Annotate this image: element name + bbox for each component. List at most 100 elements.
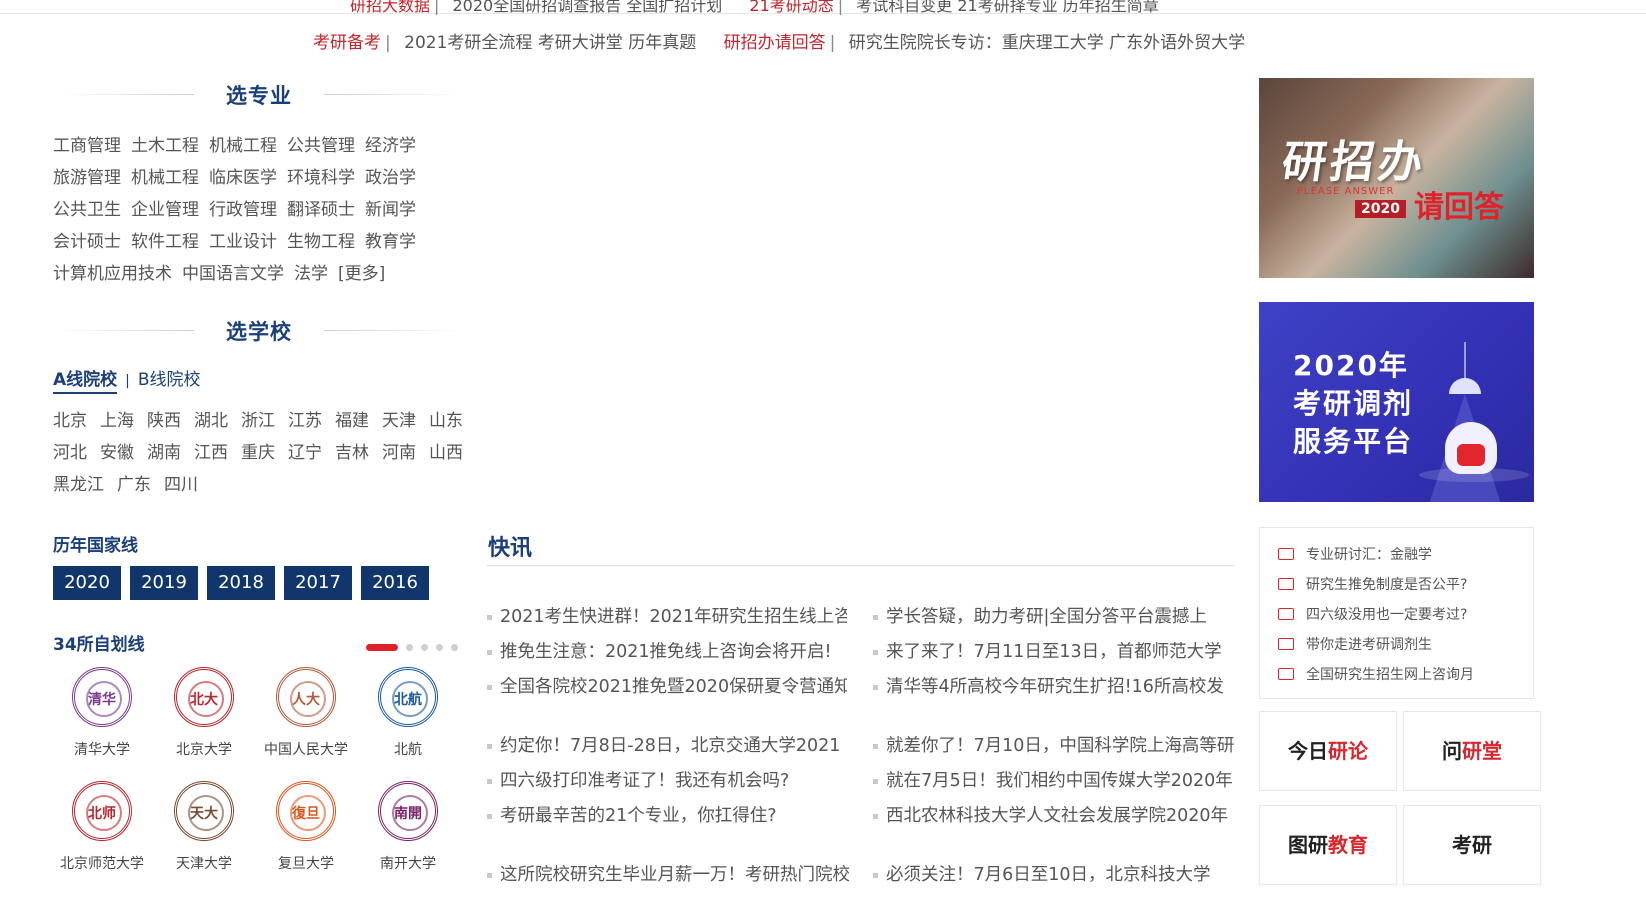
major-link[interactable]: 新闻学 xyxy=(365,200,426,220)
banner-answer[interactable]: 研招办 PLEASE ANSWER 2020 请回答 xyxy=(1259,78,1534,278)
top-link-news[interactable]: 21考研动态 xyxy=(749,0,833,15)
university-fudan[interactable]: 復旦 复旦大学 xyxy=(256,781,356,873)
major-link[interactable]: 机械工程 xyxy=(131,168,209,188)
tile-today-discussion[interactable]: 今日研论 xyxy=(1259,711,1397,791)
top-link-answer[interactable]: 研招办请回答 xyxy=(724,33,826,53)
news-link[interactable]: 推免生注意：2021推免线上咨询会将开启! xyxy=(487,638,847,663)
university-tju[interactable]: 天大 天津大学 xyxy=(154,781,254,873)
news-link[interactable]: 就差你了！7月10日，中国科学院上海高等研 xyxy=(873,732,1238,757)
banner-adjustment-platform[interactable]: 2020年 考研调剂 服务平台 xyxy=(1259,302,1534,502)
year-button-2020[interactable]: 2020 xyxy=(53,566,121,600)
tile-tuyan-education[interactable]: 图研教育 xyxy=(1259,805,1397,885)
university-bnu[interactable]: 北师 北京师范大学 xyxy=(52,781,152,873)
major-link[interactable]: 软件工程 xyxy=(131,232,209,252)
news-link[interactable]: 全国各院校2021推免暨2020保研夏令营通知 xyxy=(487,673,847,698)
majors-title: 选专业 xyxy=(226,84,292,108)
top-link-prep[interactable]: 考研备考 xyxy=(313,33,381,53)
major-link[interactable]: 环境科学 xyxy=(287,168,365,188)
tab-a-line[interactable]: A线院校 xyxy=(53,370,118,394)
side-link[interactable]: 研究生推免制度是否公平? xyxy=(1278,574,1467,594)
major-link[interactable]: 生物工程 xyxy=(287,232,365,252)
news-link[interactable]: 西北农林科技大学人文社会发展学院2020年 xyxy=(873,802,1238,827)
news-link[interactable]: 2021考生快进群！2021年研究生招生线上咨 xyxy=(487,603,847,628)
news-link[interactable]: 四六级打印准考证了！我还有机会吗? xyxy=(487,767,847,792)
top-link-report[interactable]: 2020全国研招调查报告 全国扩招计划 xyxy=(453,0,723,15)
region-link[interactable]: 湖南 xyxy=(147,443,194,463)
university-pku[interactable]: 北大 北京大学 xyxy=(154,667,254,759)
region-link[interactable]: 江苏 xyxy=(288,411,335,431)
news-link[interactable]: 就在7月5日！我们相约中国传媒大学2020年 xyxy=(873,767,1238,792)
news-link[interactable]: 约定你！7月8日-28日，北京交通大学2021 xyxy=(487,732,847,757)
region-link[interactable]: 吉林 xyxy=(335,443,382,463)
top-link-interviews[interactable]: 研究生院院长专访：重庆理工大学 广东外语外贸大学 xyxy=(849,33,1245,53)
region-link[interactable]: 山西 xyxy=(429,443,476,463)
news-link[interactable]: 学长答疑，助力考研|全国分答平台震撼上 xyxy=(873,603,1238,628)
carousel-dot[interactable] xyxy=(451,644,458,651)
major-link[interactable]: 企业管理 xyxy=(131,200,209,220)
carousel-dot[interactable] xyxy=(406,644,413,651)
university-buaa[interactable]: 北航 北航 xyxy=(358,667,458,759)
news-link[interactable]: 必须关注！7月6日至10日，北京科技大学 xyxy=(873,861,1238,886)
year-button-2019[interactable]: 2019 xyxy=(130,566,198,600)
major-link[interactable]: 翻译硕士 xyxy=(287,200,365,220)
year-button-2016[interactable]: 2016 xyxy=(361,566,429,600)
major-link[interactable]: 教育学 xyxy=(365,232,426,252)
university-seal-icon: 北师 xyxy=(72,781,132,841)
major-link[interactable]: 计算机应用技术 xyxy=(53,264,182,284)
side-link[interactable]: 带你走进考研调剂生 xyxy=(1278,634,1432,654)
major-link[interactable]: 经济学 xyxy=(365,136,426,156)
region-link[interactable]: 广东 xyxy=(117,475,164,495)
region-link[interactable]: 北京 xyxy=(53,411,100,431)
major-link[interactable]: 工业设计 xyxy=(209,232,287,252)
major-link[interactable]: 机械工程 xyxy=(209,136,287,156)
major-link[interactable]: 工商管理 xyxy=(53,136,131,156)
region-link[interactable]: 福建 xyxy=(335,411,382,431)
major-link[interactable]: 会计硕士 xyxy=(53,232,131,252)
side-link[interactable]: 专业研讨汇：金融学 xyxy=(1278,544,1432,564)
year-button-2017[interactable]: 2017 xyxy=(284,566,352,600)
region-link[interactable]: 上海 xyxy=(100,411,147,431)
top-link-prep-items[interactable]: 2021考研全流程 考研大讲堂 历年真题 xyxy=(404,33,696,53)
major-link[interactable]: 政治学 xyxy=(365,168,426,188)
university-nankai[interactable]: 南開 南开大学 xyxy=(358,781,458,873)
region-link[interactable]: 河南 xyxy=(382,443,429,463)
major-link[interactable]: 中国语言文学 xyxy=(182,264,294,284)
tile-ask-hall[interactable]: 问研堂 xyxy=(1403,711,1541,791)
top-link-subjects[interactable]: 考试科目变更 21考研择专业 历年招生简章 xyxy=(856,0,1159,15)
major-link[interactable]: 公共管理 xyxy=(287,136,365,156)
university-ruc[interactable]: 人大 中国人民大学 xyxy=(256,667,356,759)
news-link[interactable]: 来了来了！7月11日至13日，首都师范大学 xyxy=(873,638,1238,663)
major-link[interactable]: 旅游管理 xyxy=(53,168,131,188)
region-link[interactable]: 山东 xyxy=(429,411,476,431)
carousel-dot[interactable] xyxy=(421,644,428,651)
news-link[interactable]: 考研最辛苦的21个专业，你扛得住? xyxy=(487,802,847,827)
top-link-bigdata[interactable]: 研招大数据 xyxy=(350,0,430,15)
region-link[interactable]: 重庆 xyxy=(241,443,288,463)
news-link[interactable]: 清华等4所高校今年研究生扩招!16所高校发 xyxy=(873,673,1238,698)
tile-kaoyan[interactable]: 考研 xyxy=(1403,805,1541,885)
major-link[interactable]: 土木工程 xyxy=(131,136,209,156)
carousel-dot[interactable] xyxy=(436,644,443,651)
major-link[interactable]: 行政管理 xyxy=(209,200,287,220)
carousel-dot-active[interactable] xyxy=(366,644,398,651)
news-link[interactable]: 这所院校研究生毕业月薪一万！考研热门院校 xyxy=(487,861,857,886)
year-button-2018[interactable]: 2018 xyxy=(207,566,275,600)
region-link[interactable]: 四川 xyxy=(164,475,211,495)
major-link[interactable]: 公共卫生 xyxy=(53,200,131,220)
university-tsinghua[interactable]: 清华 清华大学 xyxy=(52,667,152,759)
major-link[interactable]: 临床医学 xyxy=(209,168,287,188)
region-link[interactable]: 浙江 xyxy=(241,411,288,431)
region-link[interactable]: 黑龙江 xyxy=(53,475,117,495)
side-link[interactable]: 全国研究生招生网上咨询月 xyxy=(1278,664,1474,684)
region-link[interactable]: 江西 xyxy=(194,443,241,463)
major-link[interactable]: 法学 xyxy=(294,264,338,284)
region-link[interactable]: 陕西 xyxy=(147,411,194,431)
region-link[interactable]: 河北 xyxy=(53,443,100,463)
region-link[interactable]: 安徽 xyxy=(100,443,147,463)
more-majors-link[interactable]: [更多] xyxy=(338,264,385,284)
region-link[interactable]: 湖北 xyxy=(194,411,241,431)
side-link[interactable]: 四六级没用也一定要考过? xyxy=(1278,604,1467,624)
region-link[interactable]: 天津 xyxy=(382,411,429,431)
region-link[interactable]: 辽宁 xyxy=(288,443,335,463)
tab-b-line[interactable]: B线院校 xyxy=(138,370,201,390)
